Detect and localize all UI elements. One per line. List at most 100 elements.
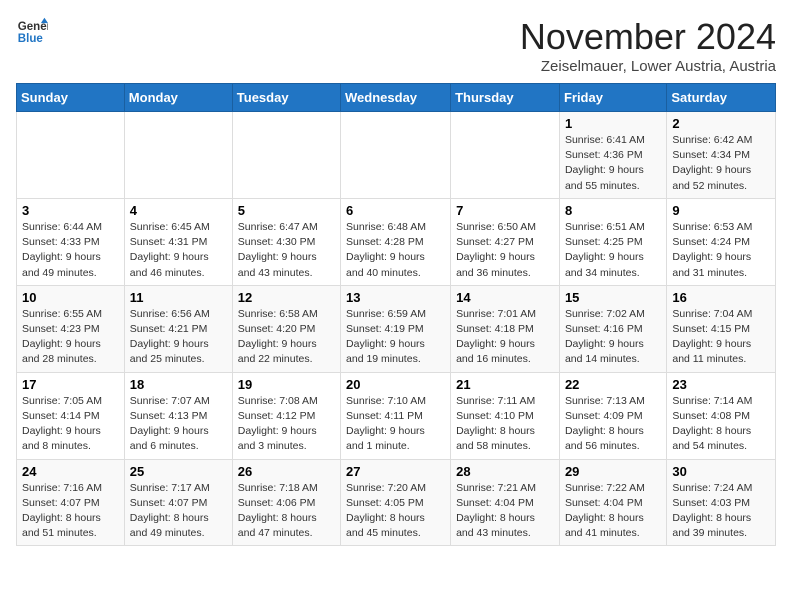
calendar-cell: 2 Sunrise: 6:42 AM Sunset: 4:34 PM Daylig… [667,112,776,199]
calendar-cell: 29Sunrise: 7:22 AM Sunset: 4:04 PM Dayli… [559,459,666,546]
day-info: Sunrise: 7:20 AM Sunset: 4:05 PM Dayligh… [346,481,445,542]
calendar-cell: 7 Sunrise: 6:50 AM Sunset: 4:27 PM Daylig… [451,198,560,285]
location-subtitle: Zeiselmauer, Lower Austria, Austria [520,58,776,75]
day-info: Sunrise: 7:14 AM Sunset: 4:08 PM Dayligh… [672,394,770,455]
day-number: 24 [22,464,119,479]
day-number: 21 [456,377,554,392]
column-header-sunday: Sunday [17,84,125,112]
day-info: Sunrise: 6:53 AM Sunset: 4:24 PM Dayligh… [672,220,770,281]
day-info: Sunrise: 6:44 AM Sunset: 4:33 PM Dayligh… [22,220,119,281]
calendar-cell: 14Sunrise: 7:01 AM Sunset: 4:18 PM Dayli… [451,285,560,372]
calendar-cell: 27 Sunrise: 7:20 AM Sunset: 4:05 PM Dayli… [341,459,451,546]
column-header-tuesday: Tuesday [232,84,340,112]
calendar-week-2: 3Sunrise: 6:44 AM Sunset: 4:33 PM Daylig… [17,198,776,285]
month-title: November 2024 [520,16,776,58]
day-info: Sunrise: 6:50 AM Sunset: 4:27 PM Dayligh… [456,220,554,281]
day-number: 26 [238,464,335,479]
calendar-cell [451,112,560,199]
calendar-cell: 28Sunrise: 7:21 AM Sunset: 4:04 PM Dayli… [451,459,560,546]
day-number: 9 [672,203,770,218]
calendar-cell: 12 Sunrise: 6:58 AM Sunset: 4:20 PM Dayli… [232,285,340,372]
logo-icon: General Blue [16,16,48,48]
day-number: 8 [565,203,661,218]
calendar-cell: 23 Sunrise: 7:14 AM Sunset: 4:08 PM Dayli… [667,372,776,459]
day-number: 5 [238,203,335,218]
day-info: Sunrise: 7:05 AM Sunset: 4:14 PM Dayligh… [22,394,119,455]
day-info: Sunrise: 6:42 AM Sunset: 4:34 PM Dayligh… [672,133,770,194]
day-info: Sunrise: 7:13 AM Sunset: 4:09 PM Dayligh… [565,394,661,455]
day-number: 30 [672,464,770,479]
calendar-cell: 9 Sunrise: 6:53 AM Sunset: 4:24 PM Daylig… [667,198,776,285]
day-number: 25 [130,464,227,479]
day-info: Sunrise: 7:02 AM Sunset: 4:16 PM Dayligh… [565,307,661,368]
day-number: 18 [130,377,227,392]
column-header-wednesday: Wednesday [341,84,451,112]
calendar-cell: 19 Sunrise: 7:08 AM Sunset: 4:12 PM Dayli… [232,372,340,459]
day-info: Sunrise: 7:04 AM Sunset: 4:15 PM Dayligh… [672,307,770,368]
calendar-cell: 21 Sunrise: 7:11 AM Sunset: 4:10 PM Dayli… [451,372,560,459]
calendar-cell: 6 Sunrise: 6:48 AM Sunset: 4:28 PM Daylig… [341,198,451,285]
calendar-header-row: SundayMondayTuesdayWednesdayThursdayFrid… [17,84,776,112]
day-number: 1 [565,116,661,131]
day-info: Sunrise: 7:22 AM Sunset: 4:04 PM Dayligh… [565,481,661,542]
day-info: Sunrise: 6:55 AM Sunset: 4:23 PM Dayligh… [22,307,119,368]
day-number: 12 [238,290,335,305]
calendar-cell [232,112,340,199]
calendar-cell: 25 Sunrise: 7:17 AM Sunset: 4:07 PM Dayli… [124,459,232,546]
calendar-week-3: 10 Sunrise: 6:55 AM Sunset: 4:23 PM Dayli… [17,285,776,372]
column-header-thursday: Thursday [451,84,560,112]
day-number: 7 [456,203,554,218]
calendar-cell: 4 Sunrise: 6:45 AM Sunset: 4:31 PM Daylig… [124,198,232,285]
day-info: Sunrise: 6:45 AM Sunset: 4:31 PM Dayligh… [130,220,227,281]
calendar-cell [341,112,451,199]
day-number: 6 [346,203,445,218]
calendar-cell: 13Sunrise: 6:59 AM Sunset: 4:19 PM Dayli… [341,285,451,372]
day-number: 11 [130,290,227,305]
calendar-cell: 22 Sunrise: 7:13 AM Sunset: 4:09 PM Dayli… [559,372,666,459]
day-number: 16 [672,290,770,305]
day-number: 10 [22,290,119,305]
calendar-cell: 15 Sunrise: 7:02 AM Sunset: 4:16 PM Dayli… [559,285,666,372]
page-header: General Blue November 2024 Zeiselmauer, … [16,16,776,75]
day-number: 28 [456,464,554,479]
calendar-cell: 30 Sunrise: 7:24 AM Sunset: 4:03 PM Dayli… [667,459,776,546]
day-info: Sunrise: 7:17 AM Sunset: 4:07 PM Dayligh… [130,481,227,542]
day-info: Sunrise: 7:16 AM Sunset: 4:07 PM Dayligh… [22,481,119,542]
calendar-cell: 16 Sunrise: 7:04 AM Sunset: 4:15 PM Dayli… [667,285,776,372]
calendar-cell: 26Sunrise: 7:18 AM Sunset: 4:06 PM Dayli… [232,459,340,546]
day-info: Sunrise: 6:51 AM Sunset: 4:25 PM Dayligh… [565,220,661,281]
logo: General Blue [16,16,48,48]
calendar-cell: 17Sunrise: 7:05 AM Sunset: 4:14 PM Dayli… [17,372,125,459]
day-info: Sunrise: 6:59 AM Sunset: 4:19 PM Dayligh… [346,307,445,368]
day-number: 27 [346,464,445,479]
day-number: 19 [238,377,335,392]
column-header-monday: Monday [124,84,232,112]
calendar-week-4: 17Sunrise: 7:05 AM Sunset: 4:14 PM Dayli… [17,372,776,459]
calendar-cell: 11Sunrise: 6:56 AM Sunset: 4:21 PM Dayli… [124,285,232,372]
calendar-cell: 1Sunrise: 6:41 AM Sunset: 4:36 PM Daylig… [559,112,666,199]
day-info: Sunrise: 6:48 AM Sunset: 4:28 PM Dayligh… [346,220,445,281]
calendar-week-5: 24 Sunrise: 7:16 AM Sunset: 4:07 PM Dayli… [17,459,776,546]
day-number: 20 [346,377,445,392]
day-info: Sunrise: 7:08 AM Sunset: 4:12 PM Dayligh… [238,394,335,455]
day-info: Sunrise: 7:01 AM Sunset: 4:18 PM Dayligh… [456,307,554,368]
day-info: Sunrise: 6:47 AM Sunset: 4:30 PM Dayligh… [238,220,335,281]
calendar-cell [124,112,232,199]
day-number: 4 [130,203,227,218]
calendar-cell: 8 Sunrise: 6:51 AM Sunset: 4:25 PM Daylig… [559,198,666,285]
column-header-friday: Friday [559,84,666,112]
day-number: 22 [565,377,661,392]
calendar-week-1: 1Sunrise: 6:41 AM Sunset: 4:36 PM Daylig… [17,112,776,199]
calendar-cell: 5 Sunrise: 6:47 AM Sunset: 4:30 PM Daylig… [232,198,340,285]
day-info: Sunrise: 7:11 AM Sunset: 4:10 PM Dayligh… [456,394,554,455]
column-header-saturday: Saturday [667,84,776,112]
calendar-cell [17,112,125,199]
day-info: Sunrise: 7:24 AM Sunset: 4:03 PM Dayligh… [672,481,770,542]
calendar-cell: 24 Sunrise: 7:16 AM Sunset: 4:07 PM Dayli… [17,459,125,546]
day-info: Sunrise: 7:07 AM Sunset: 4:13 PM Dayligh… [130,394,227,455]
day-number: 15 [565,290,661,305]
day-number: 23 [672,377,770,392]
day-number: 2 [672,116,770,131]
svg-text:Blue: Blue [18,33,44,45]
day-info: Sunrise: 6:58 AM Sunset: 4:20 PM Dayligh… [238,307,335,368]
